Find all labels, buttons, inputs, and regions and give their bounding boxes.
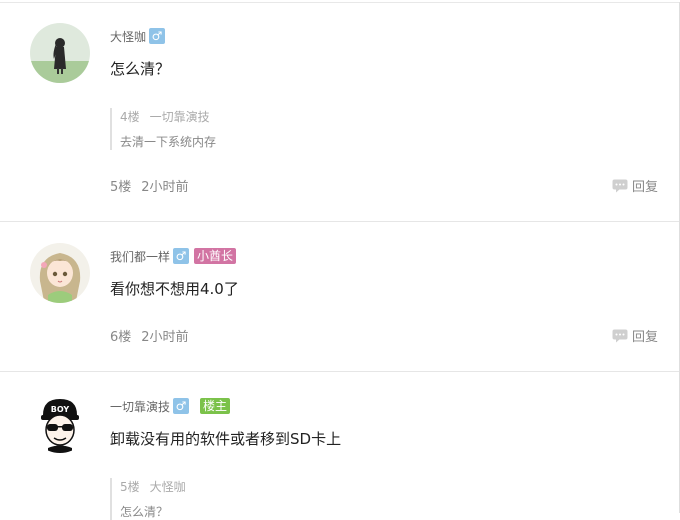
comment-icon bbox=[612, 329, 628, 342]
post-time: 2小时前 bbox=[141, 180, 189, 195]
username[interactable]: 一切靠演技 bbox=[110, 398, 170, 415]
post-divider bbox=[0, 221, 679, 222]
post-divider bbox=[0, 371, 679, 372]
quote-floor: 4楼 bbox=[120, 110, 140, 124]
male-gender-icon: ♂ bbox=[173, 398, 190, 414]
reply-button[interactable]: 回复 bbox=[612, 176, 658, 195]
top-divider bbox=[0, 2, 680, 3]
quote-author: 一切靠演技 bbox=[149, 110, 210, 124]
post-time: 2小时前 bbox=[141, 330, 189, 345]
post-content: 卸载没有用的软件或者移到SD卡上 bbox=[110, 430, 342, 448]
reply-label: 回复 bbox=[631, 330, 658, 345]
quote-text: 怎么清？ bbox=[120, 505, 169, 519]
quote-author: 大怪咖 bbox=[149, 480, 186, 494]
floor-number: 6楼 bbox=[110, 330, 132, 345]
user-avatar[interactable] bbox=[30, 243, 90, 303]
avatar-cap-text: BOY bbox=[51, 405, 70, 414]
comment-icon bbox=[612, 179, 628, 192]
reply-button[interactable]: 回复 bbox=[612, 326, 658, 345]
reply-label: 回复 bbox=[631, 180, 658, 195]
floor-number: 5楼 bbox=[110, 180, 132, 195]
rank-badge: 小酋长 bbox=[194, 248, 237, 264]
quoted-reply[interactable]: 4楼 一切靠演技 去清一下系统内存 bbox=[110, 108, 216, 150]
user-avatar[interactable] bbox=[30, 23, 90, 83]
username[interactable]: 我们都一样 bbox=[110, 248, 170, 265]
thread-host-badge: 楼主 bbox=[200, 398, 231, 414]
quoted-reply[interactable]: 5楼 大怪咖 怎么清？ bbox=[110, 478, 186, 520]
male-gender-icon: ♂ bbox=[149, 28, 166, 44]
post-content: 怎么清？ bbox=[110, 60, 171, 78]
user-avatar[interactable]: BOY bbox=[30, 393, 90, 453]
quote-floor: 5楼 bbox=[120, 480, 140, 494]
post-content: 看你想不想用4.0了 bbox=[110, 280, 239, 298]
male-gender-icon: ♂ bbox=[173, 248, 190, 264]
username[interactable]: 大怪咖 bbox=[110, 28, 146, 45]
quote-text: 去清一下系统内存 bbox=[120, 135, 217, 149]
